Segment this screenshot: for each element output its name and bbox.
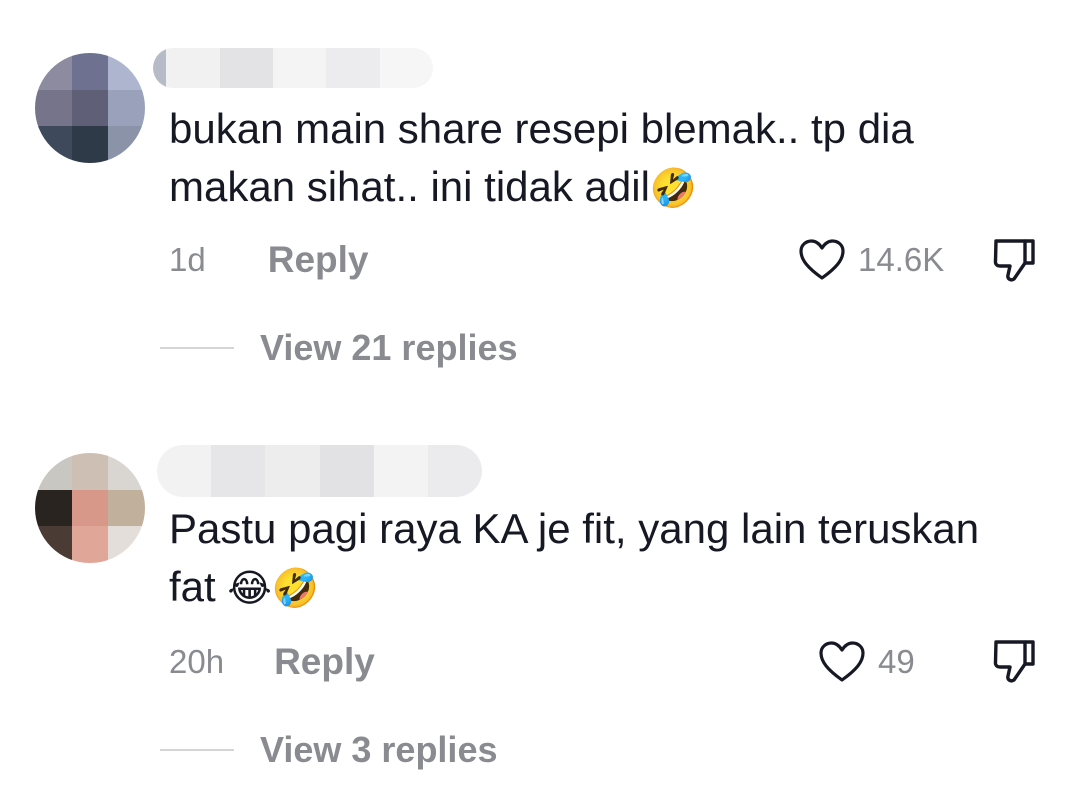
heart-outline-icon[interactable] [818, 640, 866, 684]
thumbs-down-icon[interactable] [991, 237, 1037, 285]
comment-time: 1d [169, 241, 206, 278]
comment-time: 20h [169, 643, 225, 680]
comment-item: Pastu pagi raya KA je fit, yang lain ter… [0, 400, 1080, 808]
view-replies-button[interactable]: View 21 replies [160, 323, 518, 373]
like-group[interactable]: 14.6K [798, 235, 944, 285]
like-count: 14.6K [858, 241, 945, 278]
comment-meta: 1d Reply [169, 235, 368, 285]
username-redacted[interactable] [153, 48, 433, 88]
comment-text: Pastu pagi raya KA je fit, yang lain ter… [169, 505, 980, 610]
avatar[interactable] [35, 53, 145, 163]
laughing-emoji: 😂🤣 [227, 566, 320, 610]
reply-button[interactable]: Reply [274, 641, 375, 683]
heart-outline-icon[interactable] [798, 238, 846, 282]
view-replies-button[interactable]: View 3 replies [160, 725, 497, 775]
username-redacted[interactable] [157, 445, 482, 497]
comment-item: bukan main share resepi blemak.. tp dia … [0, 0, 1080, 400]
like-count: 49 [878, 643, 915, 680]
reply-button[interactable]: Reply [268, 239, 369, 281]
thumbs-down-icon[interactable] [991, 638, 1037, 686]
like-group[interactable]: 49 [818, 637, 915, 687]
rofl-emoji: 🤣 [649, 166, 698, 210]
comment-meta: 20h Reply [169, 637, 375, 687]
replies-divider [160, 347, 234, 349]
comment-text: bukan main share resepi blemak.. tp dia … [169, 105, 914, 210]
view-replies-label[interactable]: View 3 replies [260, 729, 497, 771]
replies-divider [160, 749, 234, 751]
view-replies-label[interactable]: View 21 replies [260, 327, 518, 369]
avatar[interactable] [35, 453, 145, 563]
